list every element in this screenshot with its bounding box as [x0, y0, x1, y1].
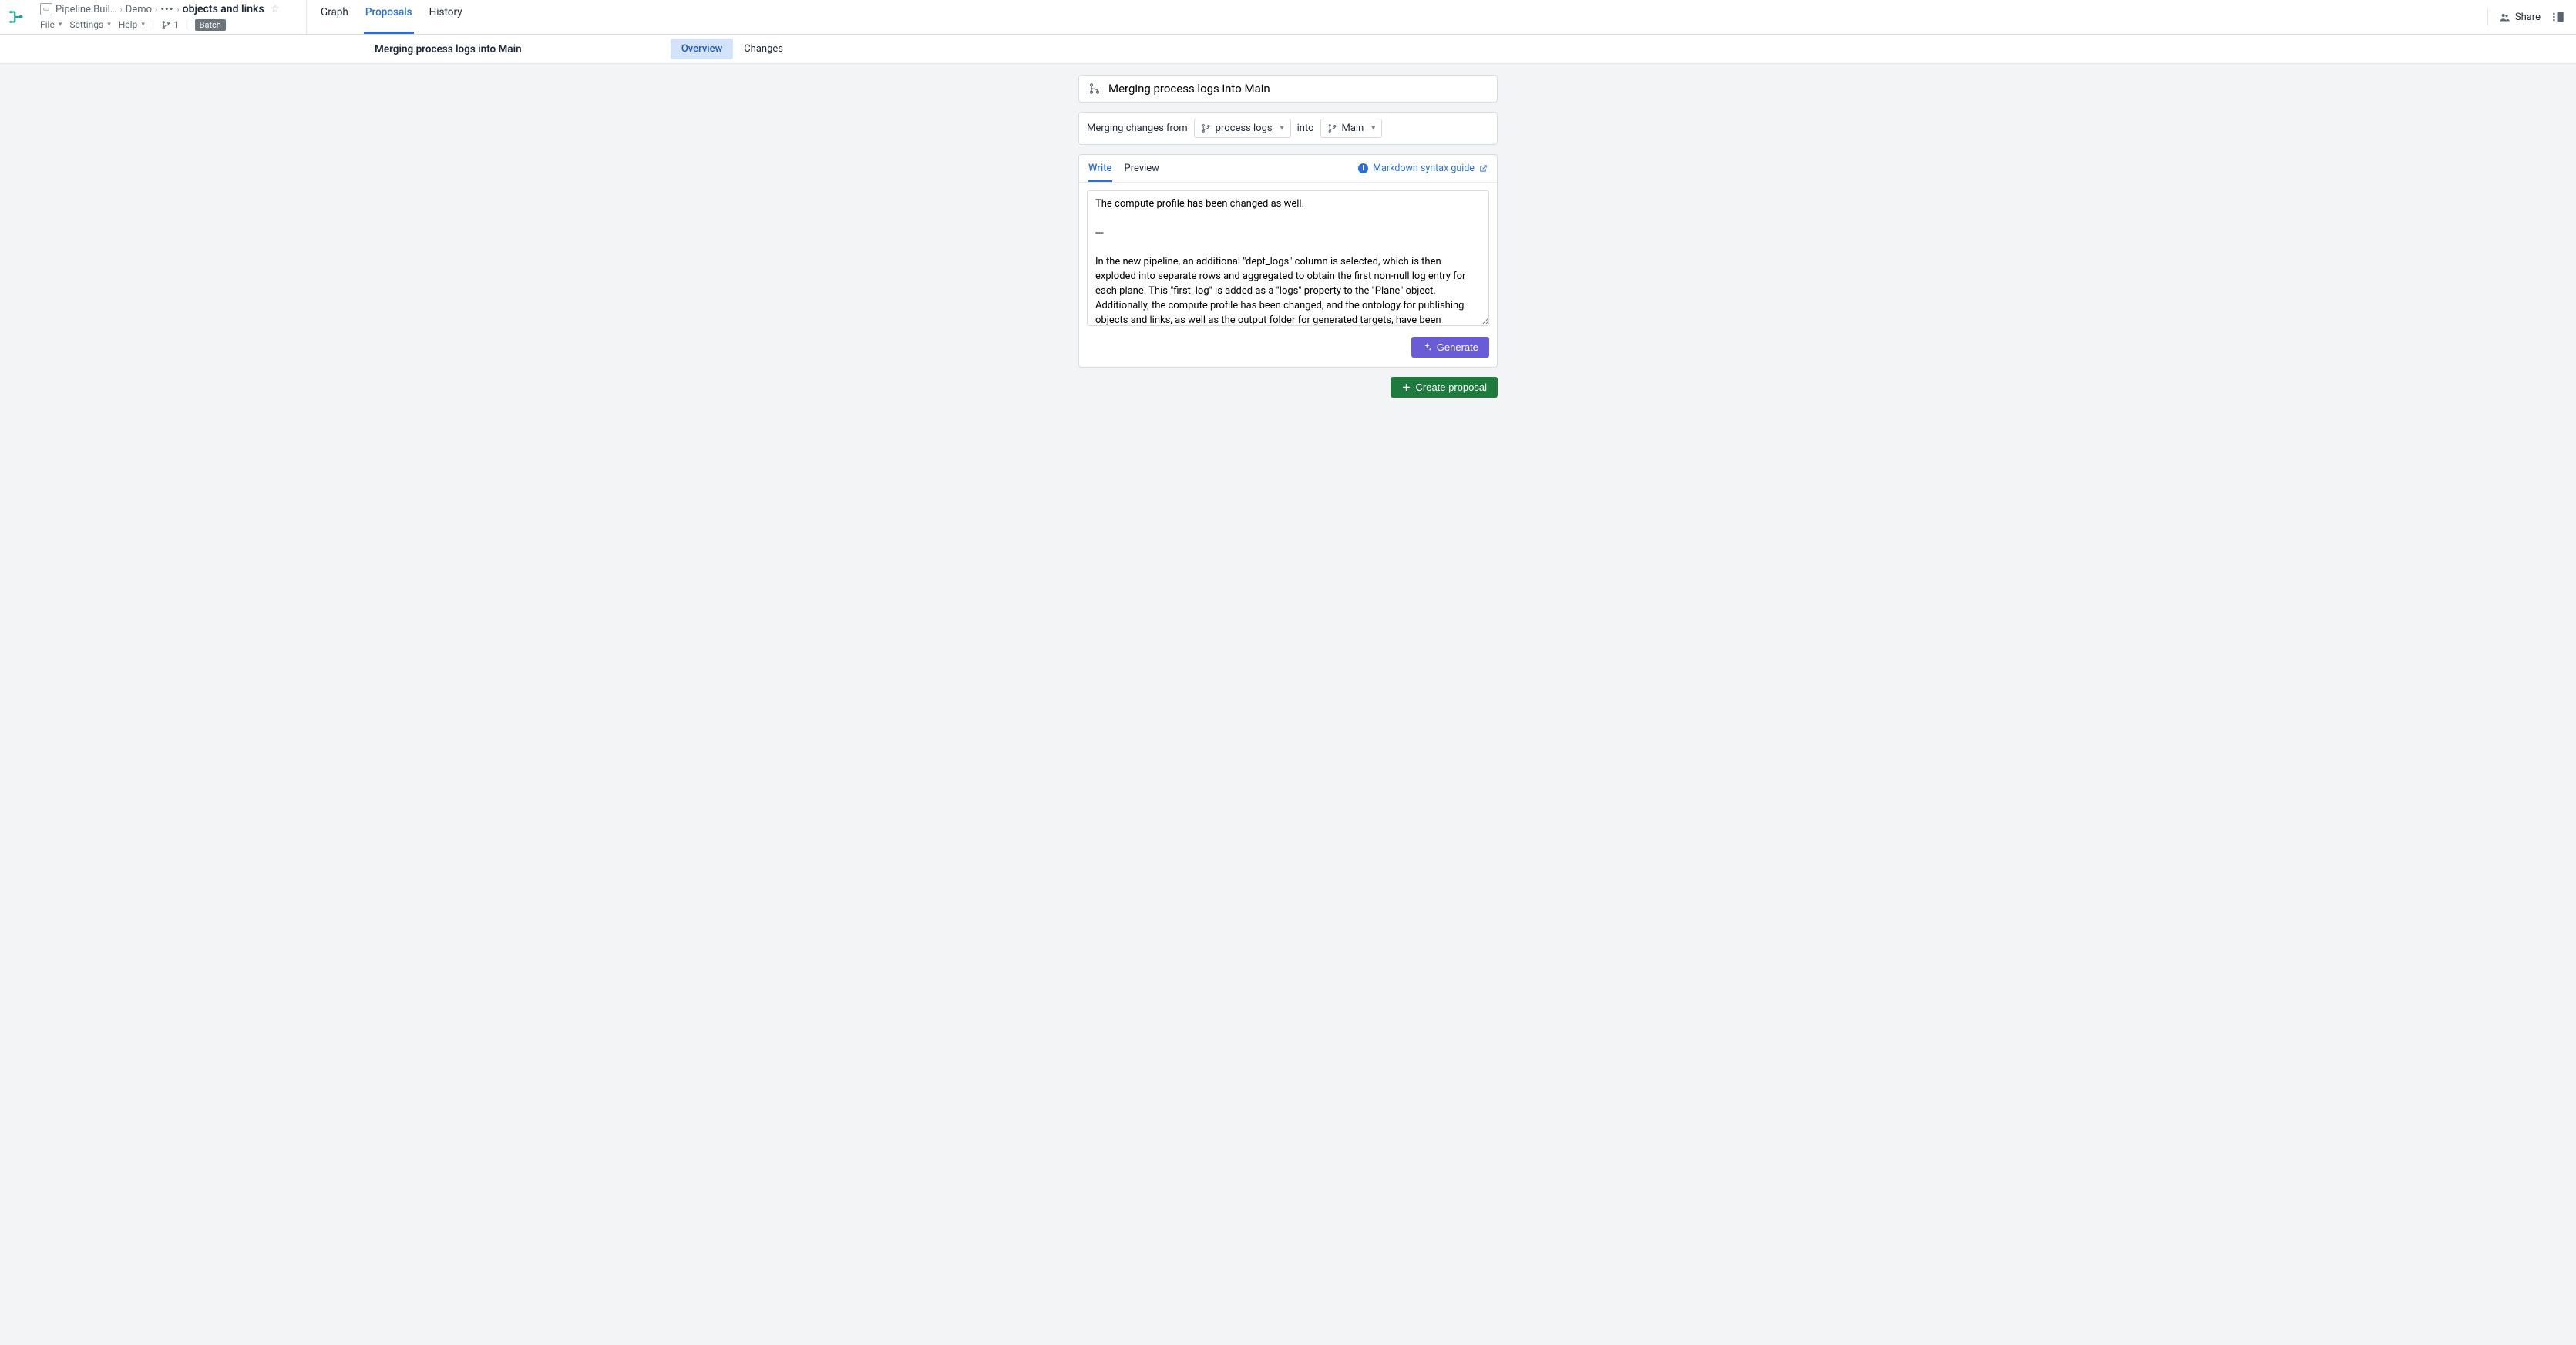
menu-settings[interactable]: Settings [69, 19, 110, 30]
chevron-right-icon: › [177, 5, 179, 15]
topbar: ▭ Pipeline Buil… › Demo › ••• › objects … [0, 0, 2576, 35]
batch-pill[interactable]: Batch [195, 19, 226, 31]
chevron-right-icon: › [155, 5, 157, 15]
topbar-left: ▭ Pipeline Buil… › Demo › ••• › objects … [0, 0, 307, 34]
info-icon: i [1358, 163, 1368, 173]
breadcrumb-ellipsis[interactable]: ••• [160, 4, 173, 15]
breadcrumb-root-label: Pipeline Buil… [55, 4, 116, 15]
editor-tab-write[interactable]: Write [1088, 155, 1112, 182]
seg-overview[interactable]: Overview [671, 39, 733, 59]
editor-tabs: Write Preview i Markdown syntax guide [1079, 155, 1497, 183]
generate-label: Generate [1437, 341, 1478, 353]
main-content: Merging changes from process logs ▾ into… [0, 64, 2576, 398]
share-button[interactable]: Share [2499, 12, 2541, 23]
target-branch-select[interactable]: Main ▾ [1320, 119, 1383, 138]
chevron-right-icon: › [119, 5, 122, 15]
markdown-guide-label: Markdown syntax guide [1373, 163, 1475, 174]
proposal-title-input[interactable] [1108, 82, 1488, 96]
menubar: File Settings Help 1 Batch [39, 18, 301, 32]
merge-prefix: Merging changes from [1087, 123, 1188, 134]
merge-into-label: into [1297, 123, 1314, 134]
breadcrumb-root[interactable]: ▭ Pipeline Buil… [40, 3, 116, 15]
topbar-right: Share [2477, 0, 2576, 34]
breadcrumb: ▭ Pipeline Buil… › Demo › ••• › objects … [39, 2, 301, 16]
proposal-title-card [1078, 75, 1498, 103]
subheader-title: Merging process logs into Main [375, 43, 522, 55]
menu-file[interactable]: File [40, 19, 62, 30]
sparkle-icon [1422, 342, 1432, 352]
subheader-segmented: Overview Changes [671, 39, 794, 59]
toggle-panel-button[interactable] [2551, 10, 2565, 24]
tab-history[interactable]: History [428, 0, 464, 34]
merge-icon [1088, 82, 1101, 95]
target-branch-label: Main [1342, 123, 1364, 134]
favorite-star-icon[interactable]: ☆ [271, 3, 281, 15]
panel-toggle-icon [2551, 10, 2565, 24]
create-proposal-button[interactable]: Create proposal [1391, 377, 1498, 398]
git-branch-icon [161, 20, 171, 30]
chevron-down-icon: ▾ [1280, 124, 1284, 133]
tab-graph[interactable]: Graph [319, 0, 350, 34]
source-branch-label: process logs [1216, 123, 1273, 134]
editor-tab-preview[interactable]: Preview [1125, 155, 1159, 182]
markdown-guide-link[interactable]: i Markdown syntax guide [1358, 163, 1488, 174]
app-logo[interactable] [0, 0, 34, 34]
plus-icon [1401, 382, 1411, 392]
chevron-down-icon: ▾ [1371, 124, 1375, 133]
seg-changes[interactable]: Changes [733, 39, 794, 59]
merge-direction-card: Merging changes from process logs ▾ into… [1078, 112, 1498, 145]
generate-button[interactable]: Generate [1411, 337, 1489, 358]
external-link-icon [1479, 164, 1488, 173]
menu-help[interactable]: Help [119, 19, 145, 30]
share-people-icon [2499, 12, 2510, 23]
source-branch-select[interactable]: process logs ▾ [1194, 119, 1291, 138]
git-branch-icon [1201, 123, 1211, 133]
description-textarea[interactable] [1087, 190, 1489, 326]
topbar-right-divider [2487, 8, 2488, 25]
breadcrumb-current[interactable]: objects and links [183, 3, 264, 15]
breadcrumb-folder[interactable]: Demo [126, 4, 152, 15]
branch-count: 1 [173, 19, 179, 30]
branch-indicator[interactable]: 1 [161, 19, 179, 30]
top-tabs: Graph Proposals History [307, 0, 2477, 34]
subheader: Merging process logs into Main Overview … [0, 35, 2576, 64]
share-label: Share [2515, 12, 2541, 23]
create-proposal-label: Create proposal [1416, 382, 1488, 393]
git-branch-icon [1327, 123, 1337, 133]
pipeline-logo-icon [8, 8, 25, 25]
tab-proposals[interactable]: Proposals [364, 0, 414, 34]
pipeline-builder-icon: ▭ [40, 3, 52, 15]
page-actions: Create proposal [1078, 377, 1498, 398]
description-editor-card: Write Preview i Markdown syntax guide [1078, 154, 1498, 368]
